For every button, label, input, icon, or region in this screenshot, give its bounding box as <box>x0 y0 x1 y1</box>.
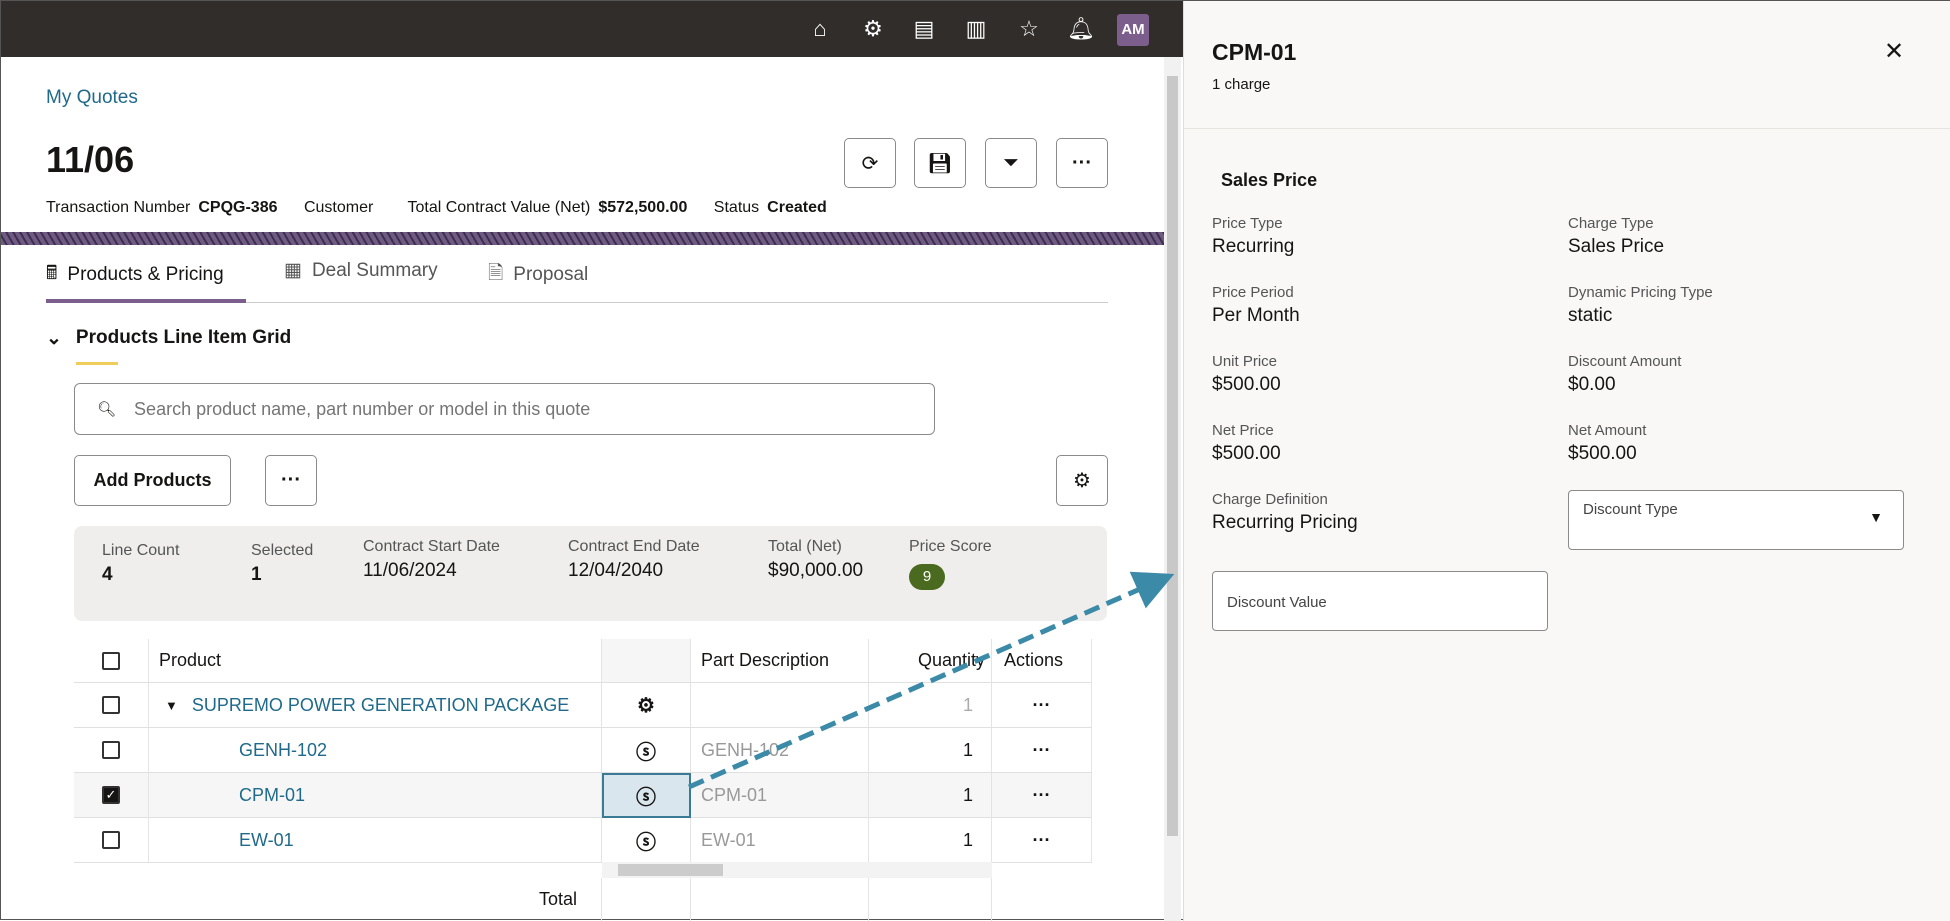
annotation-arrow <box>687 571 1175 790</box>
arrow-line <box>687 571 1175 790</box>
